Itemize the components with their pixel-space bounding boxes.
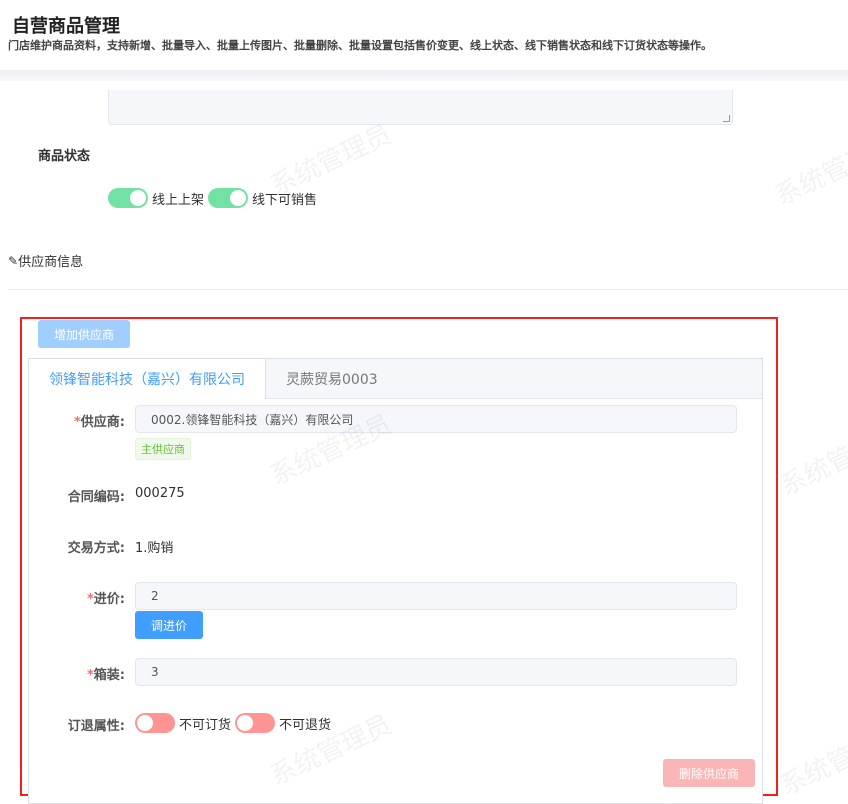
order-switch[interactable] xyxy=(135,713,175,733)
remark-textarea[interactable] xyxy=(108,90,733,125)
add-supplier-button[interactable]: 增加供应商 xyxy=(38,320,130,348)
divider xyxy=(8,289,848,290)
watermark: 系统管理员 xyxy=(770,129,848,212)
return-switch[interactable] xyxy=(235,713,276,733)
status-switches: 线上上架 线下可销售 xyxy=(108,188,317,208)
order-label: 不可订货 xyxy=(179,717,232,733)
pack-label: *箱装: xyxy=(86,668,125,683)
contract-value: 000275 xyxy=(135,486,185,501)
watermark: 系统管理员 xyxy=(775,419,848,502)
contract-label: 合同编码: xyxy=(67,490,125,505)
price-label: *进价: xyxy=(86,592,125,607)
online-switch[interactable] xyxy=(108,188,148,208)
delete-supplier-button[interactable]: 删除供应商 xyxy=(663,759,755,787)
offline-label: 线下可销售 xyxy=(252,192,318,208)
tab-supplier-1[interactable]: 领锋智能科技（嘉兴）有限公司 xyxy=(29,359,266,399)
tab-supplier-2[interactable]: 灵蕨贸易0003 xyxy=(266,359,398,399)
status-label: 商品状态 xyxy=(38,149,91,164)
page-title: 自营商品管理 xyxy=(12,16,120,37)
page-header: 自营商品管理 门店维护商品资料，支持新增、批量导入、批量上传图片、批量删除、批量… xyxy=(0,0,848,72)
pack-input[interactable]: 3 xyxy=(135,658,737,686)
price-input[interactable]: 2 xyxy=(135,582,737,610)
order-return-label: 订退属性: xyxy=(67,719,125,734)
header-separator xyxy=(0,70,848,81)
page-description: 门店维护商品资料，支持新增、批量导入、批量上传图片、批量删除、批量设置包括售价变… xyxy=(8,39,712,52)
edit-icon: ✎ xyxy=(8,253,19,268)
trade-label: 交易方式: xyxy=(67,541,125,556)
resize-handle-icon[interactable] xyxy=(723,115,730,122)
offline-switch[interactable] xyxy=(208,188,249,208)
supplier-label: *供应商: xyxy=(73,415,125,430)
supplier-section-title: ✎ 供应商信息 xyxy=(8,253,84,271)
return-label: 不可退货 xyxy=(279,717,332,733)
trade-value: 1.购销 xyxy=(135,541,174,556)
order-return-switches: 不可订货 不可退货 xyxy=(135,713,331,733)
online-label: 线上上架 xyxy=(152,192,205,208)
supplier-tabs: 领锋智能科技（嘉兴）有限公司 灵蕨贸易0003 *供应商: 0002.领锋智能科… xyxy=(28,358,763,804)
tab-bar: 领锋智能科技（嘉兴）有限公司 灵蕨贸易0003 xyxy=(29,359,762,399)
supplier-select[interactable]: 0002.领锋智能科技（嘉兴）有限公司 xyxy=(135,405,737,433)
main-supplier-tag: 主供应商 xyxy=(135,438,191,460)
watermark: 系统管理员 xyxy=(775,719,848,802)
adjust-price-button[interactable]: 调进价 xyxy=(135,611,203,639)
